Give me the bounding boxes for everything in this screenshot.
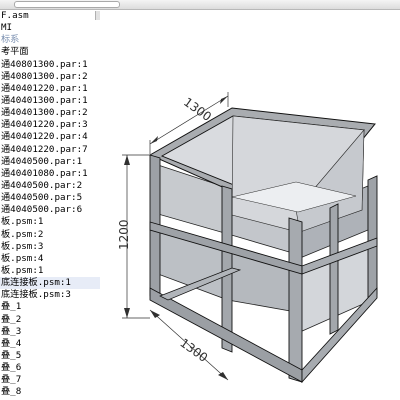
corner-post-front [288, 217, 303, 383]
3d-viewport[interactable]: 1300 1200 1300 [100, 10, 400, 400]
tree-item-label: 叠_3 [1, 325, 22, 337]
tree-item-label: MI [1, 22, 13, 34]
mid-post-side [329, 203, 339, 335]
tree-item-label: 底连接板.psm:1 [1, 277, 71, 289]
tree-item[interactable]: 通40401220.par:3 [0, 119, 100, 131]
tree-item-label: 标系 [1, 34, 20, 46]
tree-item-label: 通40401220.par:4 [1, 131, 88, 143]
tree-item-label: 板.psm:1 [1, 264, 44, 276]
tree-item-label: 通40401080.par:1 [1, 167, 88, 179]
tree-item[interactable]: MI [0, 22, 100, 34]
tree-item[interactable]: 通40801300.par:1 [0, 59, 100, 71]
tree-item[interactable]: 通40401300.par:1 [0, 95, 100, 107]
assembly-tree: F.asm MI 标系 考平面 通40801300.par:1 通40801300.par… [0, 10, 100, 399]
tree-item[interactable]: 通4040500.par:1 [0, 156, 100, 168]
tree-item-label: F.asm [1, 10, 29, 21]
dimension-height-label: 1200 [117, 219, 131, 250]
tree-item-label: 通4040500.par:5 [1, 192, 83, 204]
tree-item-label: 通40801300.par:1 [1, 58, 88, 70]
tree-item[interactable]: 通40801300.par:2 [0, 71, 100, 83]
tree-item[interactable]: 叠_4 [0, 338, 100, 350]
tree-item[interactable]: 叠_7 [0, 374, 100, 386]
tree-item[interactable]: 通4040500.par:5 [0, 192, 100, 204]
tree-item[interactable]: 通40401220.par:4 [0, 131, 100, 143]
tree-item-label: 叠_1 [1, 301, 22, 313]
tree-item-label: 通40401220.par:1 [1, 82, 88, 94]
tree-item[interactable]: 叠_5 [0, 350, 100, 362]
tree-item-label: 通40401220.par:3 [1, 119, 88, 131]
tree-item-label: 通40801300.par:2 [1, 70, 88, 82]
tree-item-label: 通4040500.par:1 [1, 155, 83, 167]
tree-item-label: 通40401300.par:1 [1, 94, 88, 106]
dimension-bottom-label: 1300 [177, 336, 210, 365]
toolbar-field[interactable] [14, 1, 120, 8]
tree-item-label: 考平面 [1, 46, 29, 58]
tree-item[interactable]: 通4040500.par:6 [0, 204, 100, 216]
tree-item[interactable]: 通40401300.par:2 [0, 107, 100, 119]
tree-item[interactable]: 考平面 [0, 46, 100, 58]
tree-item-label: 叠_7 [1, 374, 22, 386]
tree-item[interactable]: 板.psm:4 [0, 253, 100, 265]
tree-item-label: 通40401220.par:7 [1, 143, 88, 155]
tree-item[interactable]: 通40401220.par:7 [0, 144, 100, 156]
tree-item[interactable]: 叠_2 [0, 314, 100, 326]
corner-post-right [367, 175, 378, 299]
tree-item-label: 叠_8 [1, 386, 22, 398]
tree-item[interactable]: 通40401220.par:1 [0, 83, 100, 95]
tree-item-label: 板.psm:2 [1, 228, 44, 240]
tree-item-label: 叠_2 [1, 313, 22, 325]
tree-item-label: 通40401300.par:2 [1, 107, 88, 119]
tree-item-label: 叠_4 [1, 337, 22, 349]
tree-item[interactable]: 底连接板.psm:1 [0, 277, 100, 290]
tree-item[interactable]: 通40401080.par:1 [0, 168, 100, 180]
dimension-top-label: 1300 [181, 95, 214, 124]
tree-item-label: 板.psm:1 [1, 216, 44, 228]
tree-item-label: 叠_6 [1, 362, 22, 374]
tree-item[interactable]: F.asm [0, 10, 100, 22]
top-toolbar [0, 0, 400, 10]
tree-item-label: 板.psm:4 [1, 252, 44, 264]
tree-item[interactable]: 叠_8 [0, 386, 100, 398]
tree-item-label: 通4040500.par:2 [1, 179, 83, 191]
tree-item-label: 通4040500.par:6 [1, 204, 83, 216]
tree-item[interactable]: 板.psm:2 [0, 229, 100, 241]
tree-item[interactable]: 叠_6 [0, 362, 100, 374]
tree-item[interactable]: 通4040500.par:2 [0, 180, 100, 192]
tree-item-label: 叠_5 [1, 349, 22, 361]
tree-item[interactable]: 板.psm:1 [0, 265, 100, 277]
tree-item[interactable]: 板.psm:3 [0, 241, 100, 253]
tree-item[interactable]: 叠_3 [0, 326, 100, 338]
tree-item[interactable]: 底连接板.psm:3 [0, 289, 100, 301]
tree-item[interactable]: 标系 [0, 34, 100, 46]
tree-item[interactable]: 板.psm:1 [0, 216, 100, 228]
tree-item[interactable]: 叠_1 [0, 301, 100, 313]
tree-item-label: 板.psm:3 [1, 240, 44, 252]
tree-item-label: 底连接板.psm:3 [1, 289, 71, 301]
